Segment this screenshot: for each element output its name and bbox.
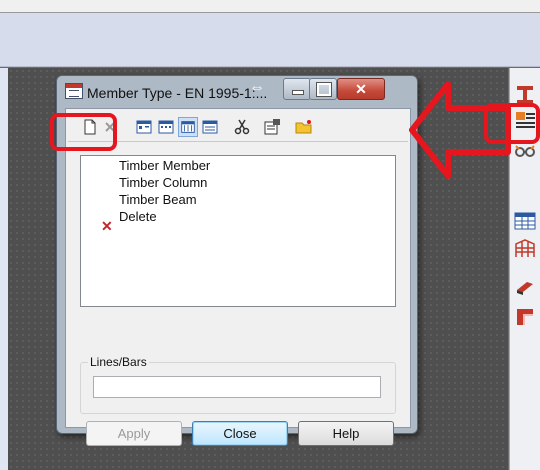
view-list-icon[interactable] xyxy=(178,117,198,137)
ribbon-area xyxy=(0,13,540,67)
lines-bars-label: Lines/Bars xyxy=(88,355,149,369)
move-icon[interactable]: ⇔ xyxy=(237,79,277,97)
maximize-button[interactable] xyxy=(309,78,337,100)
close-window-button[interactable]: ✕ xyxy=(337,78,385,100)
properties-icon[interactable] xyxy=(262,117,282,137)
minimize-button[interactable] xyxy=(283,78,311,100)
dialog-toolbar xyxy=(68,113,408,142)
cut-icon[interactable] xyxy=(232,117,252,137)
member-type-list[interactable]: Timber Member Timber Column Timber Beam … xyxy=(80,155,396,307)
beam-section-icon[interactable] xyxy=(513,276,537,298)
lines-bars-input[interactable] xyxy=(93,376,381,398)
frame-structure-icon[interactable] xyxy=(513,238,537,260)
view-small-icons-icon[interactable] xyxy=(156,117,176,137)
list-item[interactable]: Timber Member xyxy=(119,158,210,173)
view-large-icons-icon[interactable] xyxy=(134,117,154,137)
close-icon: ✕ xyxy=(355,81,367,97)
dialog-titlebar[interactable]: Member Type - EN 1995-1:... ⇔ ✕ xyxy=(57,76,417,106)
maximize-icon xyxy=(316,82,332,97)
list-item[interactable]: Timber Column xyxy=(119,175,207,190)
table-icon[interactable] xyxy=(513,210,537,232)
list-item[interactable]: Timber Beam xyxy=(119,192,197,207)
open-folder-icon[interactable] xyxy=(294,117,314,137)
close-button[interactable]: Close xyxy=(192,421,288,446)
connection-icon[interactable] xyxy=(513,306,537,328)
top-bar xyxy=(0,0,540,13)
dialog-client: Timber Member Timber Column Timber Beam … xyxy=(65,108,411,446)
help-button[interactable]: Help xyxy=(298,421,394,446)
annotation-arrow xyxy=(409,81,511,179)
minimize-icon xyxy=(292,90,304,95)
delete-x-icon: ✕ xyxy=(101,218,113,234)
apply-button[interactable]: Apply xyxy=(86,421,182,446)
list-item-delete[interactable]: Delete xyxy=(119,209,157,224)
view-details-icon[interactable] xyxy=(200,117,220,137)
highlight-new-button xyxy=(50,113,117,151)
app-icon xyxy=(65,83,83,99)
